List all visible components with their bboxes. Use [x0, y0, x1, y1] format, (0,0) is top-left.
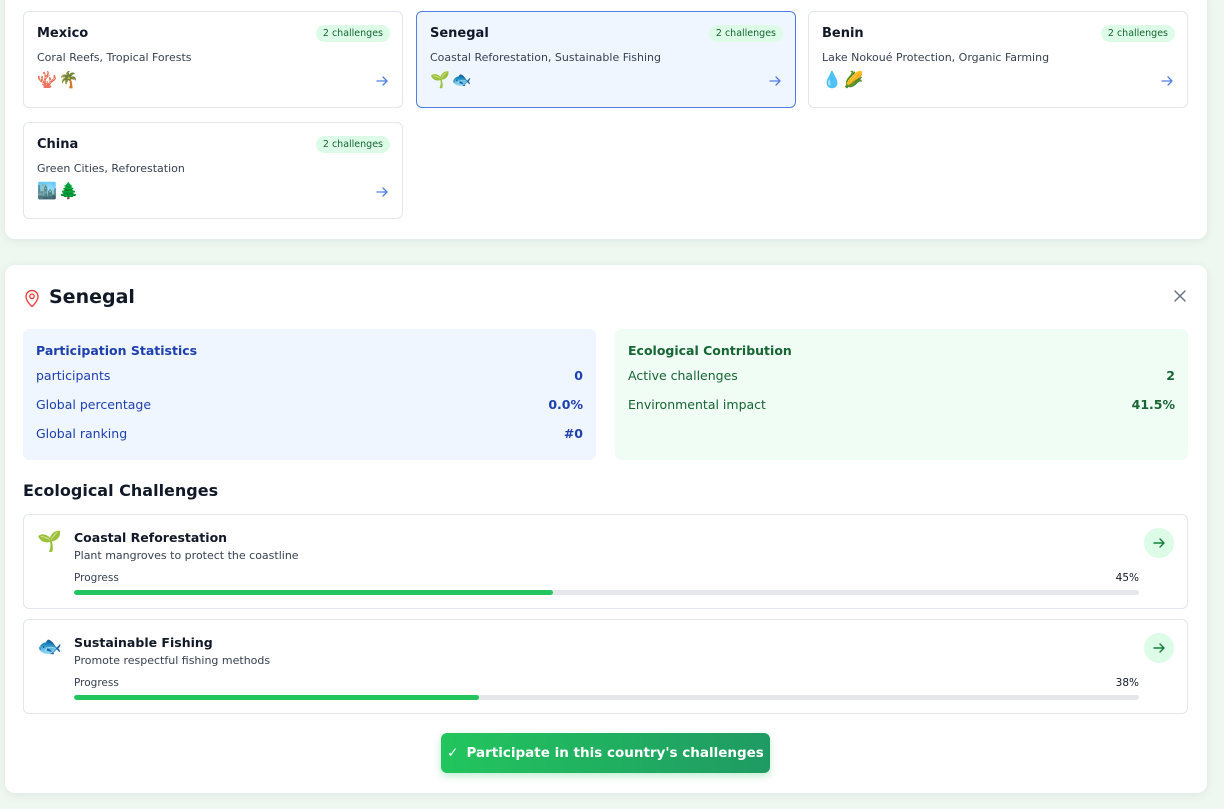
challenge-count-badge: 2 challenges: [315, 136, 390, 153]
ecological-contribution-title: Ecological Contribution: [628, 343, 792, 358]
progress-label: Progress: [74, 677, 119, 689]
country-card-senegal[interactable]: Senegal 2 challenges Coastal Reforestati…: [416, 11, 796, 108]
country-emoji-icons: 🌱🐟: [430, 70, 474, 89]
fish-icon: 🐟: [37, 634, 62, 658]
open-challenge-button[interactable]: [1144, 528, 1174, 558]
challenge-description: Plant mangroves to protect the coastline: [74, 549, 299, 562]
challenge-count-badge: 2 challenges: [315, 25, 390, 42]
check-icon: ✓: [447, 745, 459, 761]
country-card-benin[interactable]: Benin 2 challenges Lake Nokoué Protectio…: [808, 11, 1188, 108]
country-card-china[interactable]: China 2 challenges Green Cities, Refores…: [23, 122, 403, 219]
progress-value: 38%: [1115, 677, 1139, 689]
stat-label: Active challenges: [628, 368, 738, 383]
challenge-count-badge: 2 challenges: [708, 25, 783, 42]
arrow-right-icon[interactable]: [375, 74, 389, 88]
challenge-title: Sustainable Fishing: [74, 635, 213, 650]
seedling-icon: 🌱: [37, 529, 62, 553]
progress-bar-fill: [74, 695, 479, 700]
challenge-card-sustainable-fishing[interactable]: 🐟 Sustainable Fishing Promote respectful…: [23, 619, 1188, 714]
stat-label: participants: [36, 368, 111, 383]
challenges-heading: Ecological Challenges: [23, 481, 219, 500]
progress-bar-fill: [74, 590, 554, 595]
stat-row-global-ranking: Global ranking #0: [36, 426, 583, 455]
country-description: Green Cities, Reforestation: [37, 162, 185, 175]
challenge-count-badge: 2 challenges: [1100, 25, 1175, 42]
arrow-right-icon[interactable]: [1160, 74, 1174, 88]
close-icon[interactable]: [1173, 289, 1187, 303]
country-card-mexico[interactable]: Mexico 2 challenges Coral Reefs, Tropica…: [23, 11, 403, 108]
stat-label: Environmental impact: [628, 397, 766, 412]
stat-label: Global percentage: [36, 397, 152, 412]
stat-row-environmental-impact: Environmental impact 41.5%: [628, 397, 1175, 426]
country-emoji-icons: 💧🌽: [822, 70, 866, 89]
participation-stats-title: Participation Statistics: [36, 343, 198, 358]
stat-label: Global ranking: [36, 426, 128, 441]
progress-bar: [74, 590, 1139, 595]
arrow-right-icon[interactable]: [375, 185, 389, 199]
challenge-card-coastal-reforestation[interactable]: 🌱 Coastal Reforestation Plant mangroves …: [23, 514, 1188, 609]
stat-value: 0: [574, 368, 583, 383]
map-pin-icon: [25, 289, 39, 308]
arrow-right-icon: [1153, 538, 1165, 548]
stat-value: 41.5%: [1131, 397, 1175, 412]
arrow-right-icon[interactable]: [768, 74, 782, 88]
stat-value: #0: [563, 426, 583, 441]
participate-button[interactable]: ✓ Participate in this country's challeng…: [441, 733, 770, 773]
open-challenge-button[interactable]: [1144, 633, 1174, 663]
stat-row-active-challenges: Active challenges 2: [628, 368, 1175, 397]
arrow-right-icon: [1153, 643, 1165, 653]
challenge-title: Coastal Reforestation: [74, 530, 228, 545]
country-description: Coral Reefs, Tropical Forests: [37, 51, 192, 64]
country-emoji-icons: 🏙️🌲: [37, 181, 81, 200]
stat-row-participants: participants 0: [36, 368, 583, 397]
detail-title: Senegal: [49, 286, 135, 308]
challenge-description: Promote respectful fishing methods: [74, 654, 271, 667]
country-description: Coastal Reforestation, Sustainable Fishi…: [430, 51, 662, 64]
country-description: Lake Nokoué Protection, Organic Farming: [822, 51, 1050, 64]
country-emoji-icons: 🪸🌴: [37, 70, 81, 89]
stat-value: 0.0%: [548, 397, 583, 412]
participation-stats-box: Participation Statistics participants 0 …: [23, 329, 596, 460]
progress-bar: [74, 695, 1139, 700]
country-detail-panel: Senegal Participation Statistics partici…: [5, 265, 1207, 793]
stat-row-global-percentage: Global percentage 0.0%: [36, 397, 583, 426]
progress-value: 45%: [1115, 572, 1139, 584]
ecological-contribution-box: Ecological Contribution Active challenge…: [615, 329, 1188, 460]
progress-label: Progress: [74, 572, 119, 584]
stat-value: 2: [1166, 368, 1175, 383]
participate-button-label: Participate in this country's challenges: [466, 745, 764, 761]
country-list-panel: Mexico 2 challenges Coral Reefs, Tropica…: [5, 0, 1207, 239]
